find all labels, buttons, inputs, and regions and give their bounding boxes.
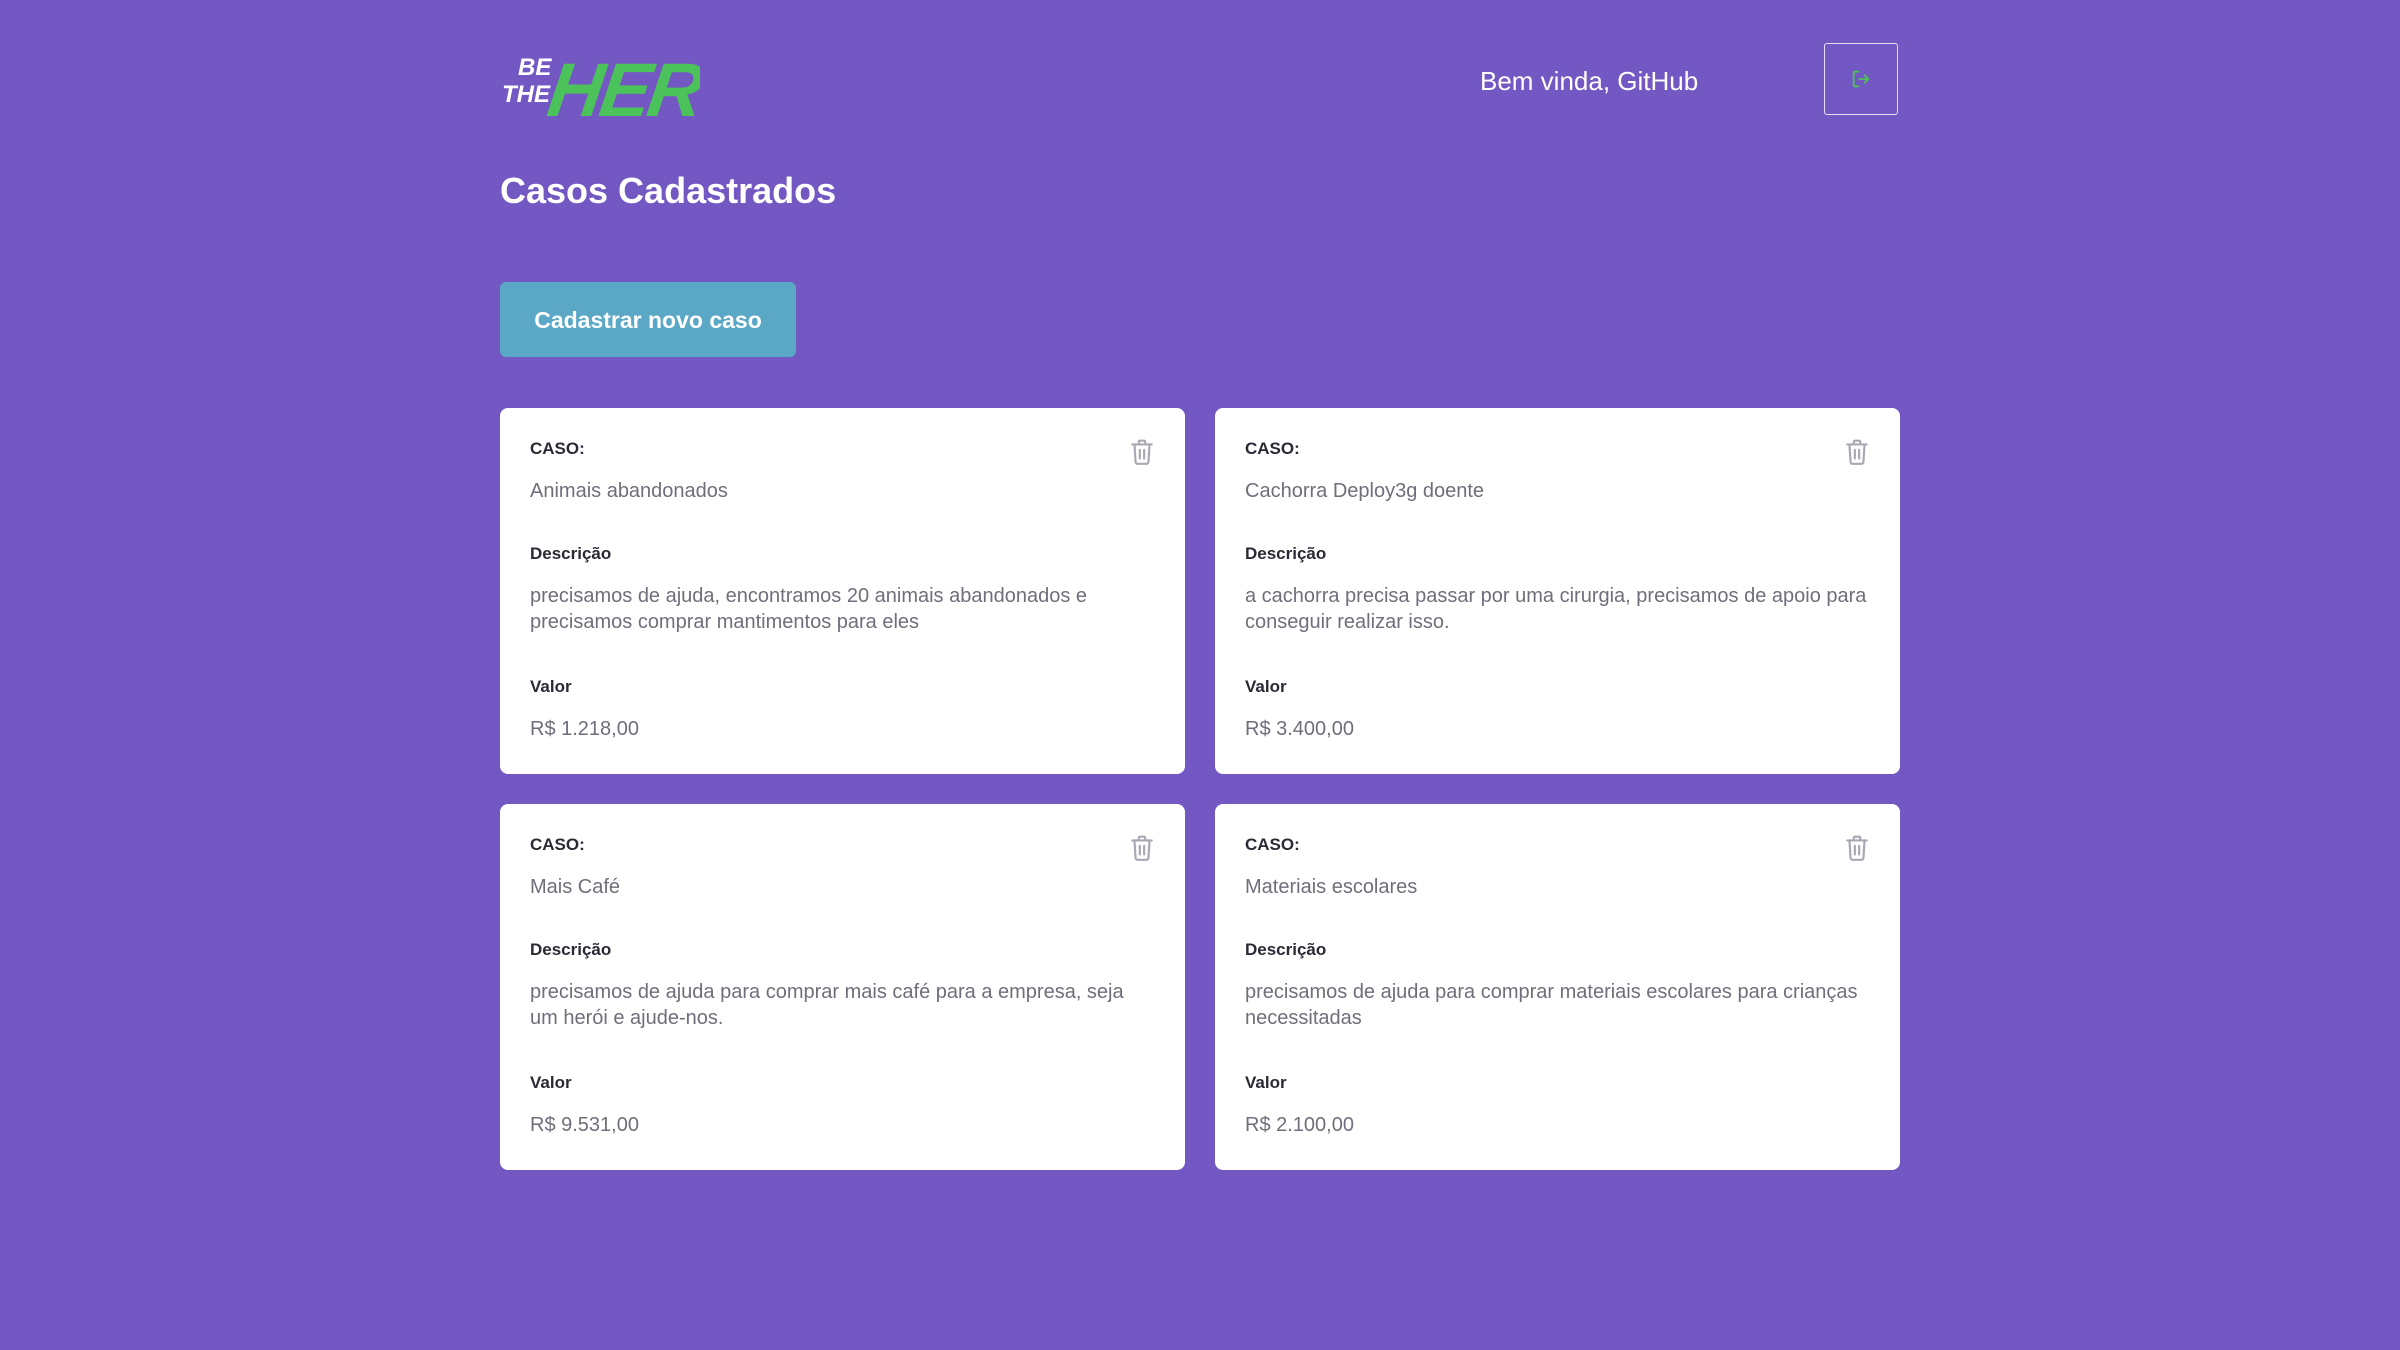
trash-icon[interactable] — [1129, 438, 1155, 466]
case-label: CASO: — [530, 835, 585, 854]
description-label: Descrição — [1245, 544, 1327, 563]
case-title: Mais Café — [530, 876, 621, 898]
case-title: Cachorra Deploy3g doente — [1245, 480, 1485, 502]
value-label: Valor — [1245, 1073, 1287, 1092]
case-card: CASO: Cachorra Deploy3g doente Descrição… — [1215, 408, 1900, 774]
page-container: BE THE HERO Bem vinda, GitHub Casos Cada… — [500, 0, 1900, 1350]
page-title: Casos Cadastrados — [500, 170, 837, 211]
trash-icon[interactable] — [1844, 438, 1870, 466]
be-the-hero-logo: BE THE HERO — [500, 40, 765, 133]
case-description: precisamos de ajuda para comprar mais ca… — [530, 981, 1124, 1029]
power-logout-icon — [1852, 70, 1870, 88]
trash-icon[interactable] — [1844, 834, 1870, 862]
value-label: Valor — [530, 677, 572, 696]
description-label: Descrição — [1245, 940, 1327, 959]
value-label: Valor — [1245, 677, 1287, 696]
logo-text-the: THE — [502, 81, 551, 108]
description-label: Descrição — [530, 544, 612, 563]
case-title: Materiais escolares — [1245, 876, 1418, 898]
welcome-text: Bem vinda, GitHub — [1480, 66, 1699, 96]
case-description: precisamos de ajuda para comprar materia… — [1245, 981, 1858, 1029]
case-label: CASO: — [1245, 835, 1300, 854]
case-title: Animais abandonados — [530, 480, 728, 502]
case-card: CASO: Materiais escolares Descrição prec… — [1215, 804, 1900, 1170]
logo-text-be: BE — [518, 54, 552, 81]
new-case-button[interactable]: Cadastrar novo caso — [500, 282, 796, 357]
case-description: a cachorra precisa passar por uma cirurg… — [1245, 585, 1867, 633]
case-label: CASO: — [530, 439, 585, 458]
description-label: Descrição — [530, 940, 612, 959]
case-card: CASO: Animais abandonados Descrição prec… — [500, 408, 1185, 774]
case-value: R$ 9.531,00 — [530, 1114, 639, 1136]
header: BE THE HERO Bem vinda, GitHub — [500, 40, 1900, 133]
case-label: CASO: — [1245, 439, 1300, 458]
case-card: CASO: Mais Café Descrição precisamos de … — [500, 804, 1185, 1170]
value-label: Valor — [530, 1073, 572, 1092]
logo-text-hero: HERO — [543, 48, 700, 122]
logout-button[interactable] — [1824, 43, 1898, 115]
case-value: R$ 2.100,00 — [1245, 1114, 1354, 1136]
case-value: R$ 3.400,00 — [1245, 718, 1354, 740]
trash-icon[interactable] — [1129, 834, 1155, 862]
case-value: R$ 1.218,00 — [530, 718, 639, 740]
case-description: precisamos de ajuda, encontramos 20 anim… — [530, 585, 1088, 633]
